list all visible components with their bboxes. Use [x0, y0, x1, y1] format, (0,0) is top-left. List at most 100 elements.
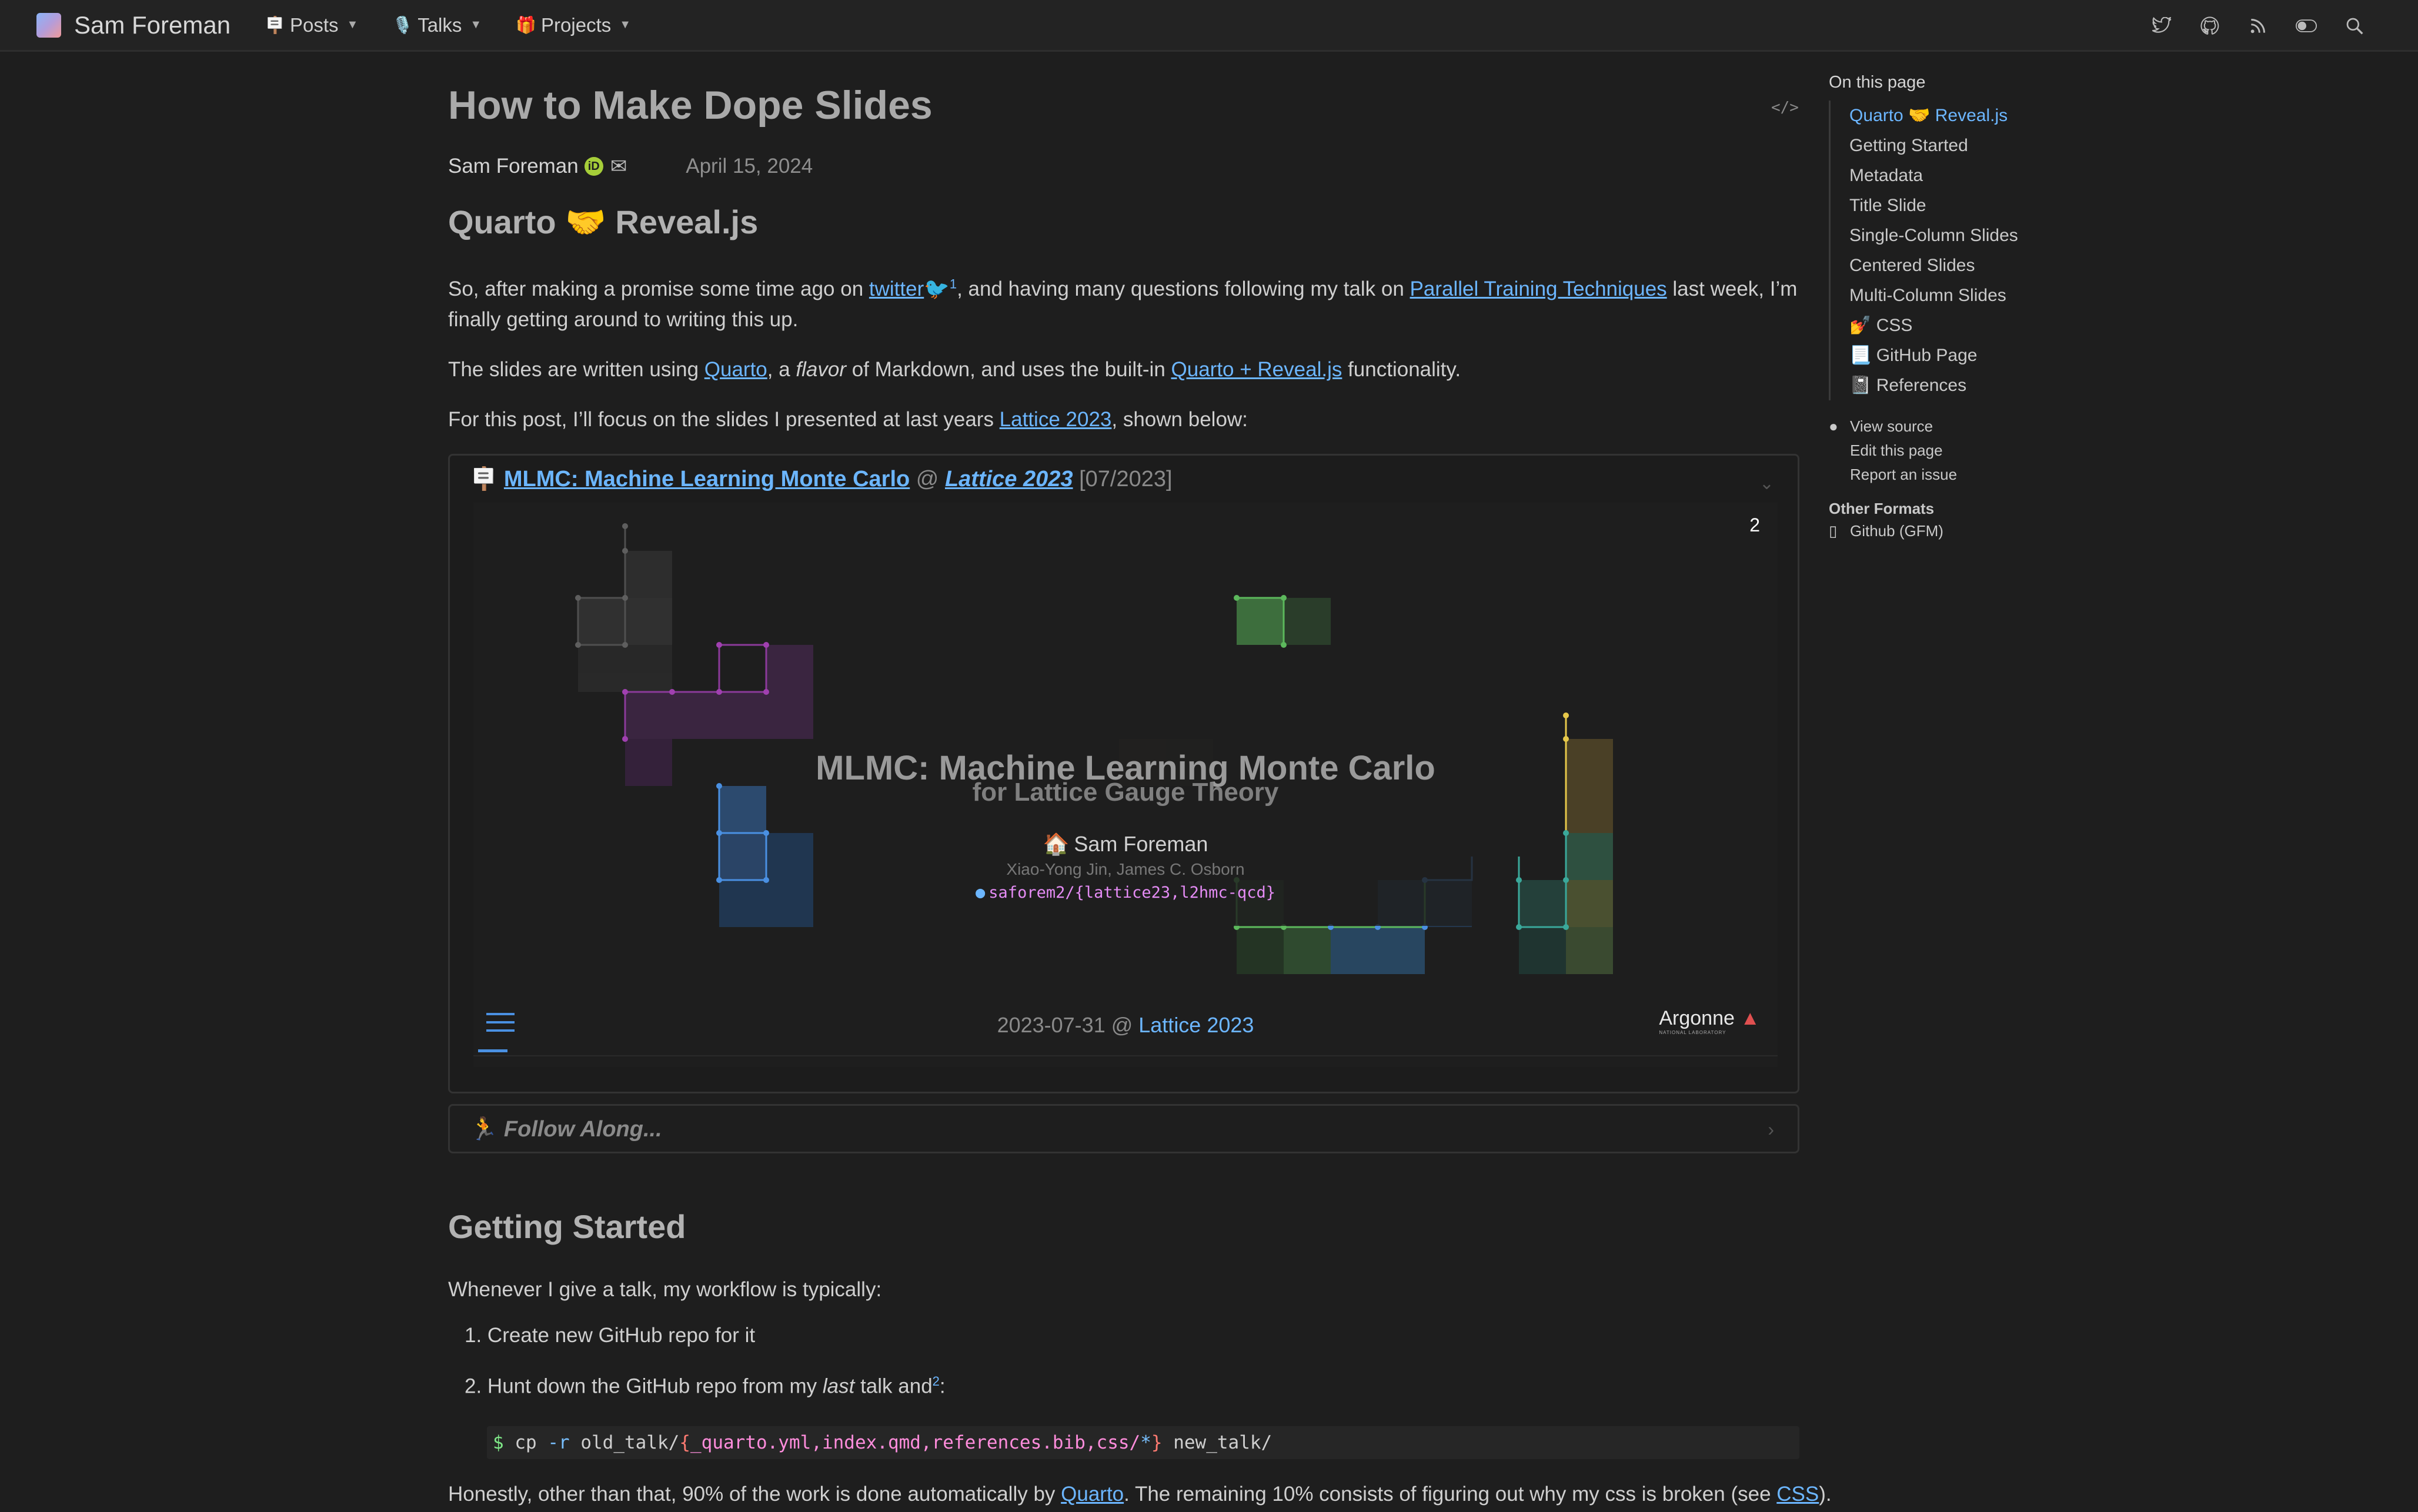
toc-item-multi-column[interactable]: Multi-Column Slides [1849, 280, 2182, 310]
author-name: Sam Foreman [448, 155, 579, 178]
list-item: 2. Hunt down the GitHub repo from my las… [465, 1374, 946, 1399]
quarto-link[interactable]: Quarto [704, 358, 767, 381]
post-date: April 15, 2024 [686, 155, 813, 178]
placard-icon: 🪧 [265, 16, 285, 34]
argonne-wordmark: Argonne [1659, 1007, 1735, 1029]
rss-icon[interactable] [2247, 15, 2269, 36]
callout-header[interactable]: 🪧 MLMC: Machine Learning Monte Carlo @ L… [470, 466, 1173, 492]
toc-item-references[interactable]: 📓 References [1849, 370, 2182, 400]
top-navbar: Sam Foreman 🪧 Posts ▼ 🎙️ Talks ▼ 🎁 Proje… [0, 0, 2418, 52]
text: last week, I’m [1666, 277, 1798, 300]
follow-along-label: Follow Along... [503, 1117, 662, 1142]
twitter-link[interactable]: twitter [869, 277, 924, 300]
text: talk and [854, 1374, 933, 1398]
menu-underline [478, 1049, 507, 1052]
view-source-link[interactable]: ● View source [1829, 414, 2182, 439]
slide-number: 2 [1749, 514, 1760, 536]
text: The slides are written using [448, 358, 704, 381]
workflow-intro: Whenever I give a talk, my workflow is t… [448, 1278, 882, 1301]
callout-date: [07/2023] [1079, 467, 1173, 491]
at-sign: @ [910, 467, 945, 491]
github-gfm-label: Github (GFM) [1850, 522, 1943, 540]
report-issue-label: Report an issue [1850, 466, 1958, 483]
quarto-reveal-link[interactable]: Quarto + Reveal.js [1171, 358, 1342, 381]
lattice-2023-link[interactable]: Lattice 2023 [1000, 408, 1112, 431]
toc-item-centered[interactable]: Centered Slides [1849, 250, 2182, 280]
github-gfm-link[interactable]: ▯ Github (GFM) [1829, 518, 2182, 544]
argonne-triangle-icon: ▲ [1740, 1007, 1760, 1029]
slide-coauthors: Xiao-Yong Jin, James C. Osborn [1006, 860, 1245, 878]
theme-toggle-icon[interactable] [2296, 15, 2317, 36]
github-icon: ● [976, 884, 986, 902]
footnote-ref-1[interactable]: 1 [950, 276, 957, 291]
code-brace: { [679, 1432, 690, 1453]
toc-item-getting-started[interactable]: Getting Started [1849, 131, 2182, 160]
edit-page-link[interactable]: Edit this page [1829, 439, 2182, 463]
text: : [939, 1374, 946, 1398]
slide-subtitle: for Lattice Gauge Theory [972, 778, 1279, 807]
emphasis: last [822, 1374, 855, 1398]
chevron-down-icon: ▼ [619, 18, 632, 31]
intro-paragraph: So, after making a promise some time ago… [448, 274, 1799, 335]
quarto-link[interactable]: Quarto [1061, 1483, 1124, 1506]
list-item: 1. Create new GitHub repo for it [465, 1324, 755, 1347]
code-flag: -r [547, 1432, 570, 1453]
follow-along-header: 🏃 Follow Along... [470, 1116, 662, 1142]
page-title: How to Make Dope Slides [448, 83, 933, 128]
text: ). [1819, 1483, 1832, 1506]
text: , a [767, 358, 796, 381]
chevron-down-icon: ▼ [346, 18, 359, 31]
toc-repo-links: ● View source Edit this page Report an is… [1829, 414, 2182, 487]
code-block[interactable]: $ cp -r old_talk/{_quarto.yml,index.qmd,… [487, 1426, 1799, 1459]
text: For this post, I’ll focus on the slides … [448, 408, 1000, 431]
toc-item-github-page[interactable]: 📃 GitHub Page [1849, 340, 2182, 370]
slide-progress-rule [473, 1055, 1778, 1056]
code-tools-icon[interactable]: </> [1771, 99, 1799, 116]
microphone-icon: 🎙️ [392, 16, 413, 34]
argonne-subtext: NATIONAL LABORATORY [1659, 1030, 1726, 1035]
search-icon[interactable] [2344, 15, 2365, 36]
home-icon: 🏠 [1043, 832, 1070, 856]
slides-callout: 🪧 MLMC: Machine Learning Monte Carlo @ L… [448, 454, 1799, 1093]
chevron-down-icon[interactable]: ⌄ [1759, 473, 1774, 494]
parallel-training-link[interactable]: Parallel Training Techniques [1410, 277, 1667, 300]
github-icon[interactable] [2199, 15, 2220, 36]
slide-author-name: Sam Foreman [1074, 832, 1208, 856]
section-heading-quarto-reveal: Quarto 🤝 Reveal.js [448, 203, 759, 240]
slides-title-link[interactable]: MLMC: Machine Learning Monte Carlo [504, 467, 910, 491]
toc-item-quarto-reveal[interactable]: Quarto 🤝 Reveal.js [1849, 101, 2182, 131]
slide-repo-link[interactable]: ● saforem2/{lattice23,l2hmc-qcd} [473, 884, 1778, 902]
text: finally getting around to writing this u… [448, 308, 799, 331]
view-source-label: View source [1850, 417, 1933, 435]
nav-posts-label: Posts [289, 14, 339, 36]
follow-along-callout[interactable]: 🏃 Follow Along... › [448, 1104, 1799, 1153]
report-issue-link[interactable]: Report an issue [1829, 463, 2182, 487]
outro-paragraph: Honestly, other than that, 90% of the wo… [448, 1479, 1832, 1510]
nav-projects-menu[interactable]: 🎁 Projects ▼ [516, 14, 631, 36]
toc-item-single-column[interactable]: Single-Column Slides [1849, 220, 2182, 250]
brand-link[interactable]: Sam Foreman [36, 11, 231, 39]
lattice-venue-link[interactable]: Lattice 2023 [945, 467, 1073, 491]
email-icon[interactable]: ✉ [610, 155, 627, 178]
text: Hunt down the GitHub repo from my [487, 1374, 823, 1398]
lattice-paragraph: For this post, I’ll focus on the slides … [448, 404, 1799, 435]
nav-posts-menu[interactable]: 🪧 Posts ▼ [265, 14, 358, 36]
toc-item-title-slide[interactable]: Title Slide [1849, 190, 2182, 220]
orcid-icon[interactable]: iD [584, 157, 603, 176]
twitter-icon[interactable] [2151, 15, 2172, 36]
nav-talks-menu[interactable]: 🎙️ Talks ▼ [392, 14, 482, 36]
footnote-ref-2[interactable]: 2 [933, 1374, 940, 1389]
slide-preview[interactable]: 2 MLMC: Machine Learning Monte Carlo for… [473, 503, 1778, 1067]
text: So, after making a promise some time ago… [448, 277, 869, 300]
text: functionality. [1342, 358, 1461, 381]
toc-item-css[interactable]: 💅 CSS [1849, 310, 2182, 340]
toc-item-metadata[interactable]: Metadata [1849, 160, 2182, 190]
table-of-contents: On this page Quarto 🤝 Reveal.js Getting … [1829, 73, 2182, 544]
file-icon: ▯ [1829, 522, 1838, 540]
css-link[interactable]: CSS [1776, 1483, 1819, 1506]
chevron-right-icon[interactable]: › [1768, 1119, 1774, 1140]
footer-lattice-link[interactable]: Lattice 2023 [1138, 1013, 1254, 1037]
text: , and having many questions following my… [957, 277, 1410, 300]
list-number: 2. [465, 1374, 487, 1398]
text: Honestly, other than that, 90% of the wo… [448, 1483, 1061, 1506]
